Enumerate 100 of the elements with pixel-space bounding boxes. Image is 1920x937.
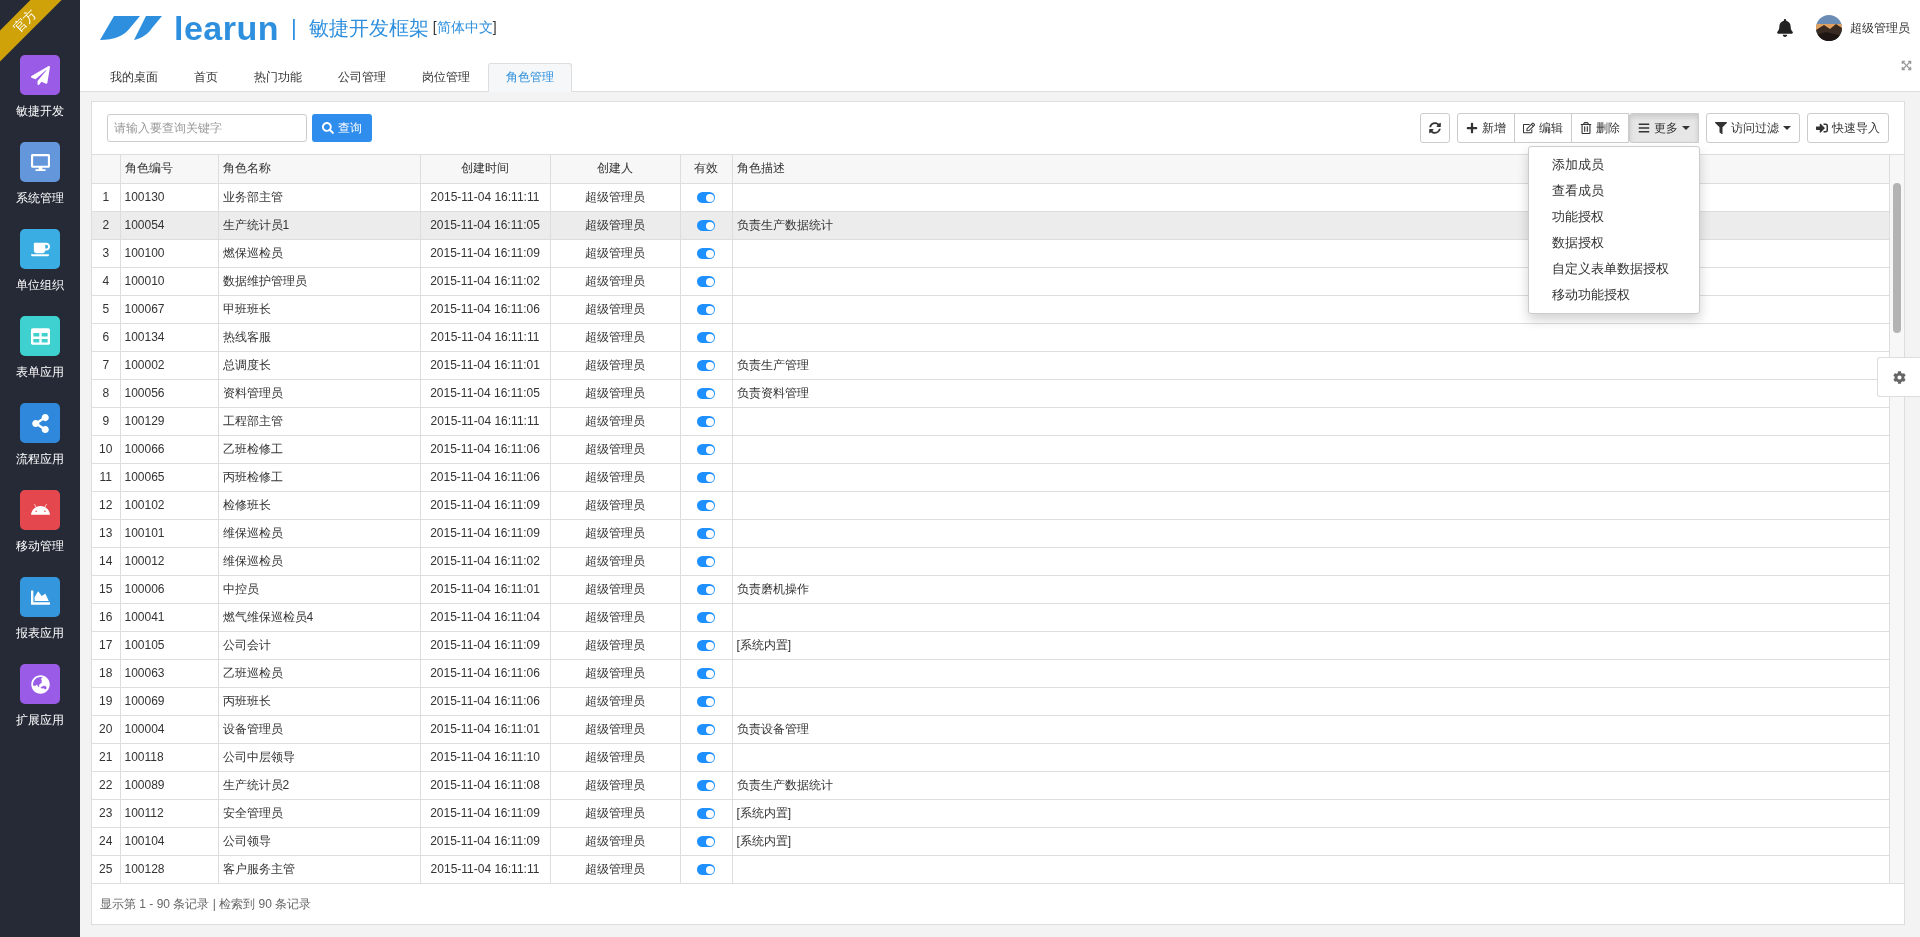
row-number[interactable]: 18 bbox=[92, 659, 120, 687]
tab[interactable]: 公司管理 bbox=[320, 63, 404, 92]
tab[interactable]: 首页 bbox=[176, 63, 236, 92]
sidebar-label[interactable]: 扩展应用 bbox=[16, 712, 64, 729]
toggle-switch[interactable] bbox=[697, 724, 715, 736]
row-number[interactable]: 2 bbox=[92, 211, 120, 239]
toggle-switch[interactable] bbox=[697, 416, 715, 428]
toggle-switch[interactable] bbox=[697, 388, 715, 400]
toggle-switch[interactable] bbox=[697, 500, 715, 512]
row-number[interactable]: 17 bbox=[92, 631, 120, 659]
paper-plane-icon[interactable] bbox=[20, 55, 60, 95]
row-number[interactable]: 9 bbox=[92, 407, 120, 435]
column-header[interactable]: 创建人 bbox=[550, 155, 680, 183]
table-cell: 100054 bbox=[120, 211, 218, 239]
toggle-switch[interactable] bbox=[697, 304, 715, 316]
toggle-switch[interactable] bbox=[697, 696, 715, 708]
toggle-switch[interactable] bbox=[697, 472, 715, 484]
toggle-switch[interactable] bbox=[697, 864, 715, 876]
menu-item[interactable]: 功能授权 bbox=[1529, 204, 1699, 230]
column-header[interactable]: 创建时间 bbox=[420, 155, 550, 183]
row-number[interactable]: 15 bbox=[92, 575, 120, 603]
android-icon[interactable] bbox=[20, 490, 60, 530]
row-number[interactable]: 21 bbox=[92, 743, 120, 771]
user-name[interactable]: 超级管理员 bbox=[1850, 19, 1910, 37]
toggle-switch[interactable] bbox=[697, 752, 715, 764]
table-cell: 超级管理员 bbox=[550, 771, 680, 799]
toggle-switch[interactable] bbox=[697, 276, 715, 288]
row-number[interactable]: 25 bbox=[92, 855, 120, 883]
sidebar-label[interactable]: 敏捷开发 bbox=[16, 103, 64, 120]
row-number[interactable]: 12 bbox=[92, 491, 120, 519]
row-number[interactable]: 1 bbox=[92, 183, 120, 211]
row-number[interactable]: 13 bbox=[92, 519, 120, 547]
row-number[interactable]: 10 bbox=[92, 435, 120, 463]
table-cell: 100130 bbox=[120, 183, 218, 211]
toggle-switch[interactable] bbox=[697, 192, 715, 204]
row-number[interactable]: 22 bbox=[92, 771, 120, 799]
toggle-switch[interactable] bbox=[697, 332, 715, 344]
toggle-switch[interactable] bbox=[697, 668, 715, 680]
sidebar-label[interactable]: 移动管理 bbox=[16, 538, 64, 555]
globe-icon[interactable] bbox=[20, 664, 60, 704]
toggle-switch[interactable] bbox=[697, 836, 715, 848]
row-number[interactable]: 24 bbox=[92, 827, 120, 855]
monitor-icon[interactable] bbox=[20, 142, 60, 182]
toggle-switch[interactable] bbox=[697, 444, 715, 456]
toggle-switch[interactable] bbox=[697, 780, 715, 792]
fullscreen-icon[interactable] bbox=[1901, 60, 1912, 71]
column-header[interactable]: 角色名称 bbox=[218, 155, 420, 183]
row-number[interactable]: 8 bbox=[92, 379, 120, 407]
scrollbar[interactable] bbox=[1890, 155, 1904, 883]
area-chart-icon[interactable] bbox=[20, 577, 60, 617]
toggle-switch[interactable] bbox=[697, 220, 715, 232]
row-number[interactable]: 20 bbox=[92, 715, 120, 743]
sidebar-label[interactable]: 报表应用 bbox=[16, 625, 64, 642]
tab[interactable]: 我的桌面 bbox=[92, 63, 176, 92]
toolbar-button[interactable]: 更多 bbox=[1629, 113, 1699, 143]
row-number[interactable]: 11 bbox=[92, 463, 120, 491]
row-number[interactable]: 14 bbox=[92, 547, 120, 575]
search-field[interactable]: 请输入要查询关键字 bbox=[107, 114, 307, 142]
row-number[interactable]: 7 bbox=[92, 351, 120, 379]
tab[interactable]: 热门功能 bbox=[236, 63, 320, 92]
settings-button[interactable] bbox=[1877, 357, 1920, 397]
table-cell: 100065 bbox=[120, 463, 218, 491]
toggle-switch[interactable] bbox=[697, 528, 715, 540]
toggle-switch[interactable] bbox=[697, 640, 715, 652]
row-number[interactable]: 19 bbox=[92, 687, 120, 715]
toolbar-button[interactable]: 访问过滤 bbox=[1706, 113, 1800, 143]
tab[interactable]: 岗位管理 bbox=[404, 63, 488, 92]
toggle-switch[interactable] bbox=[697, 612, 715, 624]
bell-icon[interactable] bbox=[1776, 19, 1794, 37]
sidebar-label[interactable]: 表单应用 bbox=[16, 364, 64, 381]
toolbar-button[interactable]: 快速导入 bbox=[1807, 113, 1889, 143]
cup-icon[interactable] bbox=[20, 229, 60, 269]
toggle-switch[interactable] bbox=[697, 248, 715, 260]
menu-item[interactable]: 添加成员 bbox=[1529, 152, 1699, 178]
menu-item[interactable]: 自定义表单数据授权 bbox=[1529, 256, 1699, 282]
row-number[interactable]: 3 bbox=[92, 239, 120, 267]
column-header[interactable]: 有效 bbox=[680, 155, 732, 183]
row-number[interactable]: 4 bbox=[92, 267, 120, 295]
sidebar-label[interactable]: 单位组织 bbox=[16, 277, 64, 294]
sidebar-label[interactable]: 流程应用 bbox=[16, 451, 64, 468]
row-number[interactable]: 6 bbox=[92, 323, 120, 351]
toolbar-button[interactable]: 新增 bbox=[1457, 113, 1515, 143]
table-cell: 甲班班长 bbox=[218, 295, 420, 323]
refresh-button[interactable] bbox=[1420, 113, 1450, 143]
toggle-switch[interactable] bbox=[697, 360, 715, 372]
row-number[interactable]: 5 bbox=[92, 295, 120, 323]
grid-icon[interactable] bbox=[20, 316, 60, 356]
share-icon[interactable] bbox=[20, 403, 60, 443]
toggle-switch[interactable] bbox=[697, 584, 715, 596]
row-number[interactable]: 23 bbox=[92, 799, 120, 827]
toolbar-button[interactable]: 编辑 bbox=[1514, 113, 1572, 143]
menu-item[interactable]: 数据授权 bbox=[1529, 230, 1699, 256]
language-link[interactable]: 简体中文 bbox=[436, 19, 493, 35]
toggle-switch[interactable] bbox=[697, 556, 715, 568]
row-number[interactable]: 16 bbox=[92, 603, 120, 631]
column-header[interactable]: 角色编号 bbox=[120, 155, 218, 183]
sidebar-label[interactable]: 系统管理 bbox=[16, 190, 64, 207]
menu-item[interactable]: 移动功能授权 bbox=[1529, 282, 1699, 308]
toolbar-button[interactable]: 删除 bbox=[1571, 113, 1629, 143]
toggle-switch[interactable] bbox=[697, 808, 715, 820]
